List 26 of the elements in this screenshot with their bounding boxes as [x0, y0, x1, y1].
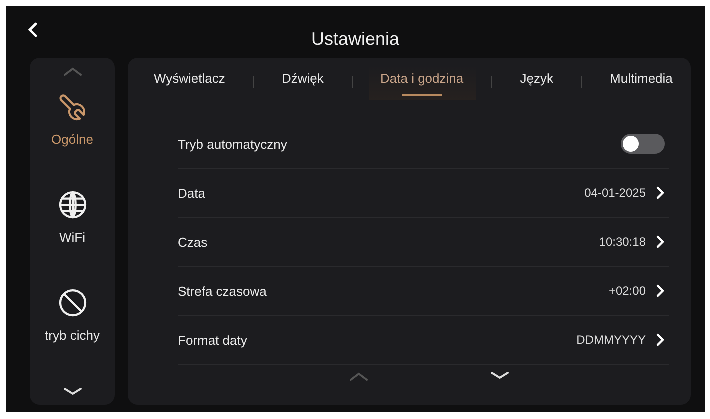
setting-label: Czas — [178, 234, 208, 250]
setting-value-button[interactable]: 04-01-2025 — [584, 186, 665, 200]
sidebar-item[interactable]: WiFi — [58, 190, 88, 274]
setting-label: Format daty — [178, 332, 248, 348]
back-button[interactable] — [26, 20, 40, 40]
chevron-right-icon — [656, 333, 665, 347]
tab[interactable]: Język — [508, 64, 566, 100]
sidebar-item[interactable]: tryb cichy — [45, 288, 100, 372]
setting-label: Strefa czasowa — [178, 284, 267, 298]
setting-label: Tryb automatyczny — [178, 136, 288, 152]
chevron-right-icon — [656, 186, 665, 200]
sidebar-item[interactable]: Ogólne — [52, 92, 94, 176]
tab[interactable]: Dźwięk — [270, 64, 336, 100]
chevron-right-icon — [656, 284, 665, 298]
tab[interactable]: Multimedia — [598, 64, 685, 100]
prohibited-icon — [58, 288, 88, 318]
setting-value-button[interactable]: 10:30:18 — [599, 235, 665, 249]
wrench-icon — [57, 92, 88, 122]
chevron-right-icon — [656, 235, 665, 249]
page-title: Ustawienia — [311, 28, 400, 50]
tab[interactable]: Wyświetlacz — [142, 64, 238, 100]
globe-icon — [58, 190, 88, 220]
setting-label: Data — [178, 186, 206, 200]
setting-value-button[interactable]: DDMMYYYY — [576, 333, 665, 347]
setting-value-button[interactable]: +02:00 — [608, 284, 665, 298]
toggle-switch[interactable] — [621, 134, 665, 154]
